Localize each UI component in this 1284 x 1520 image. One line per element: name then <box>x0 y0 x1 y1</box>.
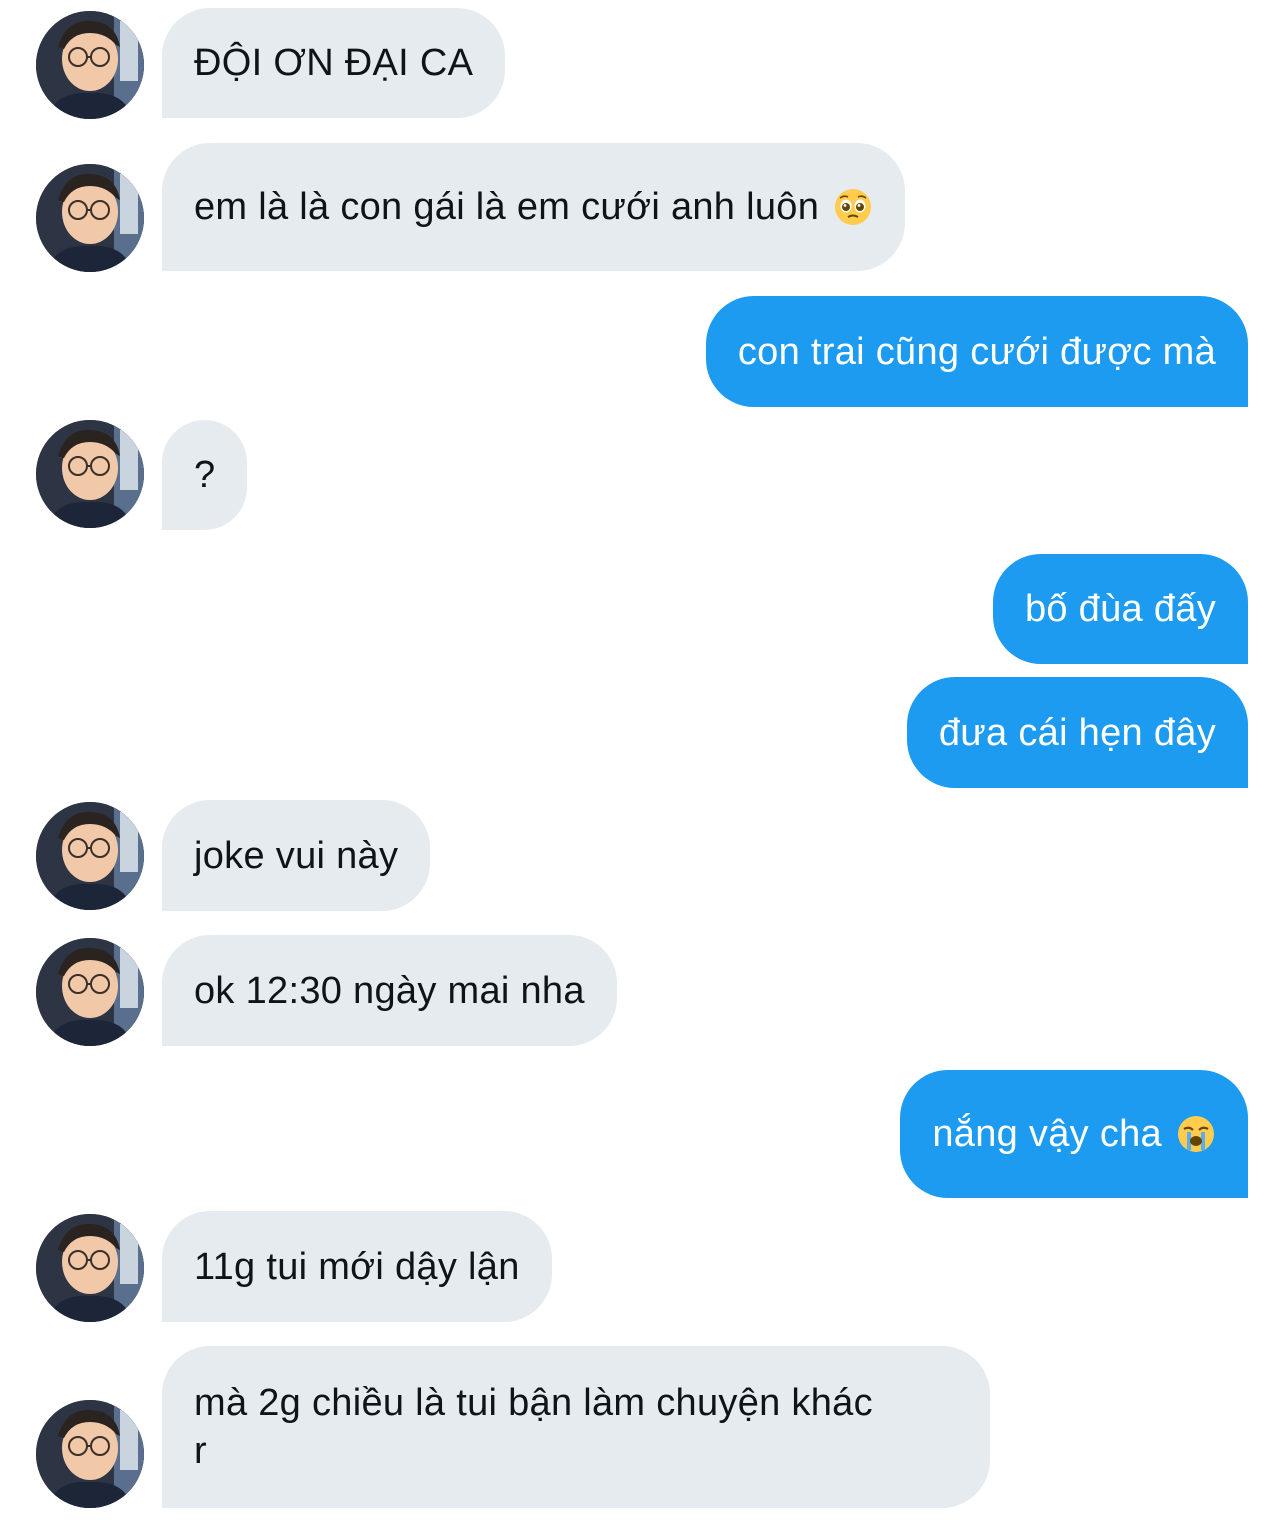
message-bubble[interactable]: joke vui này <box>162 800 431 911</box>
message-text: mà 2g chiều là tui bận làm chuyện khác r <box>194 1382 873 1472</box>
sender-avatar[interactable] <box>36 164 144 272</box>
message-bubble[interactable]: đưa cái hẹn đây <box>906 677 1248 788</box>
message-bubble[interactable]: 11g tui mới dậy lận <box>162 1211 552 1322</box>
message-bubble[interactable]: con trai cũng cưới được mà <box>705 296 1248 407</box>
message-text: ok 12:30 ngày mai nha <box>194 969 585 1012</box>
sender-avatar[interactable] <box>36 420 144 528</box>
loudly-crying-face-emoji-icon <box>1176 1114 1216 1154</box>
message-text: ? <box>194 454 216 496</box>
message-text: bố đùa đấy <box>1024 588 1216 630</box>
message-bubble[interactable]: ? <box>162 420 248 530</box>
message-bubble[interactable]: em là là con gái là em cưới anh luôn <box>162 143 906 271</box>
message-text: 11g tui mới dậy lận <box>194 1245 520 1288</box>
message-bubble[interactable]: ok 12:30 ngày mai nha <box>162 935 617 1046</box>
pleading-face-emoji-icon <box>833 187 873 227</box>
message-bubble[interactable]: bố đùa đấy <box>992 554 1248 664</box>
message-text: em là là con gái là em cưới anh luôn <box>194 186 820 228</box>
sender-avatar[interactable] <box>36 1214 144 1322</box>
message-text: joke vui này <box>194 834 399 877</box>
message-bubble[interactable]: mà 2g chiều là tui bận làm chuyện khác r <box>162 1346 990 1508</box>
message-text: nắng vậy cha <box>932 1113 1162 1155</box>
sender-avatar[interactable] <box>36 802 144 910</box>
message-bubble[interactable]: nắng vậy cha <box>900 1070 1248 1198</box>
sender-avatar[interactable] <box>36 938 144 1046</box>
message-text: ĐỘI ƠN ĐẠI CA <box>194 42 474 84</box>
message-bubble[interactable]: ĐỘI ƠN ĐẠI CA <box>162 8 506 118</box>
message-text: con trai cũng cưới được mà <box>737 330 1216 373</box>
sender-avatar[interactable] <box>36 1400 144 1508</box>
message-text: đưa cái hẹn đây <box>938 711 1216 754</box>
sender-avatar[interactable] <box>36 11 144 119</box>
